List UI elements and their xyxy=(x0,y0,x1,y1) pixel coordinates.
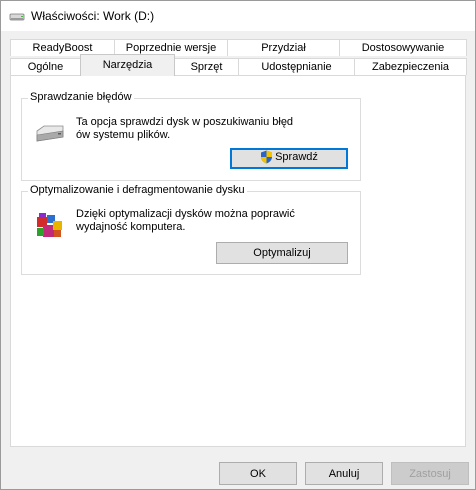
optimize-button[interactable]: Optymalizuj xyxy=(216,242,348,264)
tab-quota[interactable]: Przydział xyxy=(227,39,340,56)
optimize-group: Optymalizowanie i defragmentowanie dysku… xyxy=(21,184,361,275)
optimize-title: Optymalizowanie i defragmentowanie dysku xyxy=(28,184,247,196)
defrag-icon xyxy=(37,213,62,237)
check-button-label: Sprawdź xyxy=(275,151,318,163)
uac-shield-icon xyxy=(261,150,273,164)
error-checking-group: Sprawdzanie błędów Ta opcja sprawdzi dys… xyxy=(21,91,361,181)
ok-button[interactable]: OK xyxy=(219,462,297,485)
drive-icon xyxy=(9,13,25,21)
tab-customize[interactable]: Dostosowywanie xyxy=(339,39,467,56)
cancel-button[interactable]: Anuluj xyxy=(305,462,383,485)
optimize-description: Dzięki optymalizacji dysków można popraw… xyxy=(76,208,295,233)
tools-panel: Sprawdzanie błędów Ta opcja sprawdzi dys… xyxy=(10,75,466,447)
tab-security[interactable]: Zabezpieczenia xyxy=(354,58,467,75)
error-checking-title: Sprawdzanie błędów xyxy=(28,91,134,103)
title-bar: Właściwości: Work (D:) xyxy=(1,1,475,31)
apply-button[interactable]: Zastosuj xyxy=(391,462,469,485)
tab-general[interactable]: Ogólne xyxy=(10,58,81,75)
drive-icon xyxy=(36,125,64,142)
tab-sharing[interactable]: Udostępnianie xyxy=(238,58,355,75)
error-checking-description: Ta opcja sprawdzi dysk w poszukiwaniu bł… xyxy=(76,116,294,141)
properties-dialog: Właściwości: Work (D:) ReadyBoost Poprze… xyxy=(0,0,476,490)
window-title: Właściwości: Work (D:) xyxy=(31,9,155,23)
check-button[interactable]: Sprawdź xyxy=(230,148,348,169)
tab-tools[interactable]: Narzędzia xyxy=(80,54,175,76)
tab-hardware[interactable]: Sprzęt xyxy=(174,58,239,75)
